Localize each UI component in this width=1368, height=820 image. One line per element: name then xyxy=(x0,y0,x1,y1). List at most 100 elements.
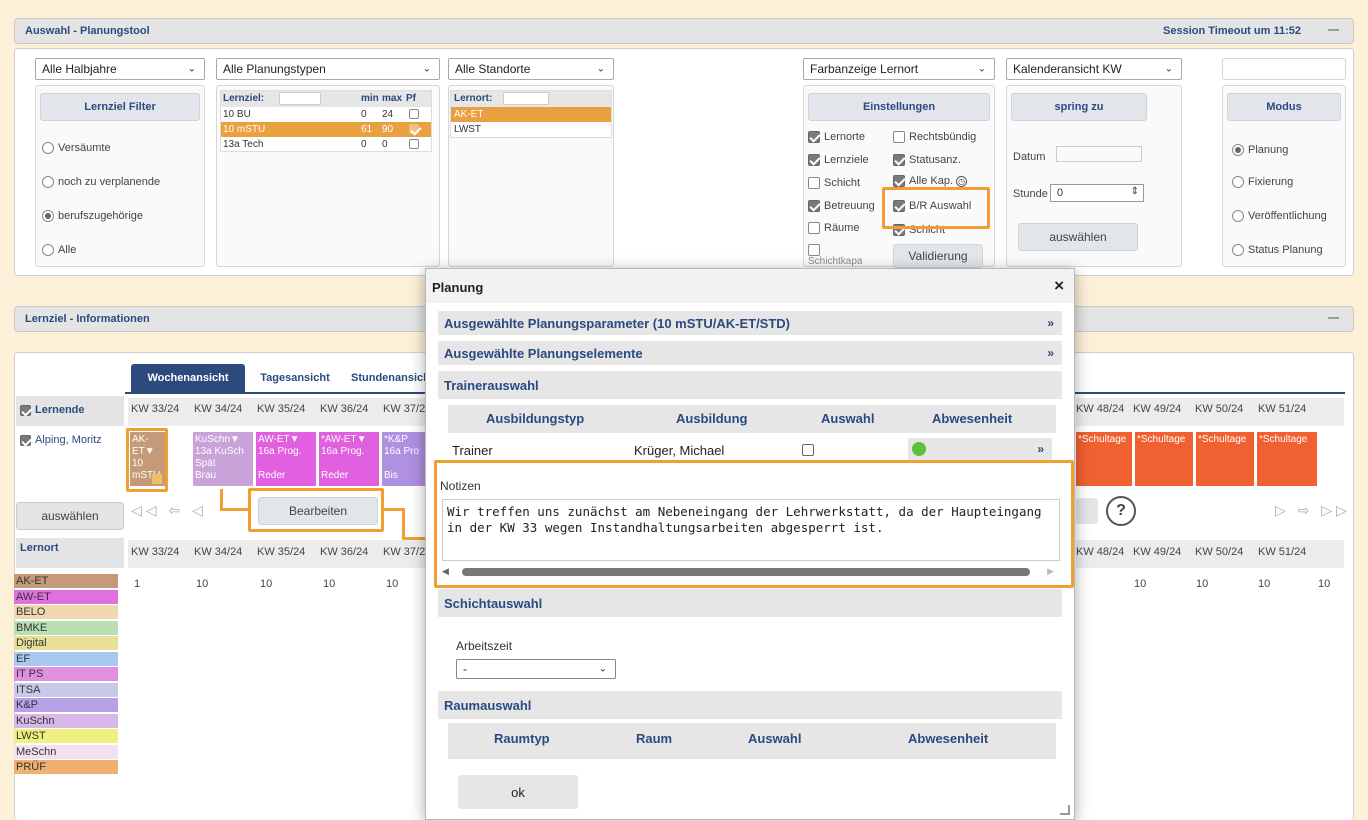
radio-alle[interactable]: Alle xyxy=(42,244,76,257)
week-label: KW 49/24 xyxy=(1133,546,1182,558)
section-parameter[interactable]: Ausgewählte Planungsparameter (10 mSTU/A… xyxy=(438,311,1062,335)
plan-cell-kw35[interactable]: AW-ET▼ 16a Prog. Reder xyxy=(256,432,316,486)
tab-wochenansicht[interactable]: Wochenansicht xyxy=(131,364,245,392)
planungstypen-select[interactable]: Alle Planungstypen ⌄ xyxy=(216,58,440,80)
nav-arrows-right[interactable]: ▷ ⇨ ▷▷ xyxy=(1275,502,1351,519)
plan-cell-kw36[interactable]: *AW-ET▼ 16a Prog. Reder xyxy=(319,432,379,486)
close-icon[interactable]: × xyxy=(1054,276,1064,296)
checkbox-icon[interactable] xyxy=(20,404,31,416)
lernort-search-input[interactable] xyxy=(503,92,549,105)
check-schicht[interactable]: Schicht xyxy=(808,177,860,190)
check-statusanz[interactable]: Statusanz. xyxy=(893,154,961,167)
info-title: Lernziel - Informationen xyxy=(25,313,150,325)
radio-icon xyxy=(1232,244,1244,257)
section-trainerauswahl: Trainerauswahl xyxy=(438,371,1062,399)
session-timeout: Session Timeout um 11:52 xyxy=(1163,25,1301,37)
week-label: KW 49/24 xyxy=(1133,403,1182,415)
datum-input[interactable] xyxy=(1056,146,1142,162)
validierung-button[interactable]: Validierung xyxy=(893,244,983,268)
trainer-table-header: Ausbildungstyp Ausbildung Auswahl Abwese… xyxy=(448,405,1056,433)
datum-label: Datum xyxy=(1013,151,1046,163)
expand-icon: » xyxy=(1047,346,1054,360)
lernziel-search-input[interactable] xyxy=(279,92,321,105)
week-label: KW 35/24 xyxy=(257,403,306,415)
radio-zu-verplanende[interactable]: noch zu verplanende xyxy=(42,176,160,189)
table-row-selected[interactable]: 10 mSTU 61 90 xyxy=(221,122,431,137)
check-alle-kap[interactable]: Alle Kap. ◷ xyxy=(893,175,968,188)
radio-veroeffentlichung[interactable]: Veröffentlichung xyxy=(1232,210,1327,223)
check-raeume[interactable]: Räume xyxy=(808,222,859,235)
minimize-button[interactable]: — xyxy=(1328,312,1339,324)
farbanzeige-select[interactable]: Farbanzeige Lernort ⌄ xyxy=(803,58,995,80)
value-cell: 10 xyxy=(260,578,273,590)
section-elemente[interactable]: Ausgewählte Planungselemente» xyxy=(438,341,1062,365)
plan-cell-kw51[interactable]: *Schultage xyxy=(1257,432,1317,486)
stunde-label: Stunde xyxy=(1013,188,1048,200)
auswaehlen-button[interactable]: auswählen xyxy=(1018,223,1138,251)
radio-versaeumte[interactable]: Versäumte xyxy=(42,142,111,155)
value-cell: 10 xyxy=(1318,578,1331,590)
checkbox-icon[interactable] xyxy=(20,434,31,446)
check-lernziele[interactable]: Lernziele xyxy=(808,154,869,167)
table-row[interactable]: 13a Tech 0 0 xyxy=(221,137,431,152)
einstellungen-button[interactable]: Einstellungen xyxy=(808,93,990,121)
stunde-input[interactable]: 0 ⇕ xyxy=(1050,184,1144,202)
radio-berufszugehoerige[interactable]: berufszugehörige xyxy=(42,210,143,223)
plan-cell-kw34[interactable]: KuSchn▼ 13a KuSch Spät Brau xyxy=(193,432,253,486)
table-row[interactable]: LWST xyxy=(451,122,611,137)
arbeitszeit-label: Arbeitszeit xyxy=(456,639,513,653)
springzu-button[interactable]: spring zu xyxy=(1011,93,1147,121)
trainer-row: Trainer Krüger, Michael » xyxy=(448,435,1056,463)
pf-checkbox[interactable] xyxy=(409,109,419,120)
abwesenheit-cell[interactable]: » xyxy=(908,438,1052,460)
stepper-icon[interactable]: ⇕ xyxy=(1131,186,1139,197)
radio-planung[interactable]: Planung xyxy=(1232,144,1288,157)
highlight-bearbeiten xyxy=(248,488,384,532)
dialog-title: Planung × xyxy=(426,269,1074,303)
plan-cell-kw37[interactable]: *K&P 16a Pro Bis xyxy=(382,432,428,486)
minimize-button[interactable]: — xyxy=(1328,24,1339,36)
nav-arrows-left[interactable]: ◁◁ ⇦ ◁ xyxy=(131,502,207,519)
plan-cell-kw49[interactable]: *Schultage xyxy=(1135,432,1193,486)
week-label: KW 51/24 xyxy=(1258,546,1307,558)
lernziel-filter-button[interactable]: Lernziel Filter xyxy=(40,93,200,121)
check-betreuung[interactable]: Betreuung xyxy=(808,200,875,213)
chevron-down-icon: ⌄ xyxy=(598,663,607,675)
trainer-checkbox[interactable] xyxy=(802,444,814,456)
halbjahre-select[interactable]: Alle Halbjahre ⌄ xyxy=(35,58,205,80)
chevron-down-icon: ⌄ xyxy=(422,63,431,75)
arbeitszeit-select[interactable]: - ⌄ xyxy=(456,659,616,679)
student-row[interactable]: Alping, Moritz xyxy=(16,430,124,460)
auswaehlen-left-button[interactable]: auswählen xyxy=(16,502,124,530)
radio-status-planung[interactable]: Status Planung xyxy=(1232,244,1323,257)
check-rechtsbuendig[interactable]: Rechtsbündig xyxy=(893,131,976,144)
week-label: KW 34/24 xyxy=(194,546,243,558)
week-label: KW 51/24 xyxy=(1258,403,1307,415)
resize-handle[interactable] xyxy=(1060,805,1070,815)
standorte-select[interactable]: Alle Standorte ⌄ xyxy=(448,58,614,80)
tab-tagesansicht[interactable]: Tagesansicht xyxy=(250,364,340,392)
pf-checkbox[interactable] xyxy=(409,139,419,150)
table-row[interactable]: 10 BU 0 24 xyxy=(221,107,431,122)
week-label: KW 37/24 xyxy=(383,403,425,415)
plan-cell-kw48[interactable]: *Schultage xyxy=(1076,432,1132,486)
week-label: KW 33/24 xyxy=(131,403,180,415)
help-icon[interactable]: ? xyxy=(1106,496,1136,526)
pf-checkbox[interactable] xyxy=(409,124,419,135)
ok-button[interactable]: ok xyxy=(458,775,578,809)
radio-fixierung[interactable]: Fixierung xyxy=(1232,176,1293,189)
check-lernorte[interactable]: Lernorte xyxy=(808,131,865,144)
checkbox-icon xyxy=(808,131,820,144)
tab-stundenansicht[interactable]: Stundenansicht xyxy=(345,364,425,392)
week-label: KW 35/24 xyxy=(257,546,306,558)
radio-icon xyxy=(42,176,54,189)
modus-button[interactable]: Modus xyxy=(1227,93,1341,121)
legend-item: AK-ET xyxy=(14,574,118,588)
check-schichtkapa[interactable]: Schichtkapa xyxy=(808,244,862,266)
kalender-select[interactable]: Kalenderansicht KW ⌄ xyxy=(1006,58,1182,80)
value-cell: 10 xyxy=(386,578,399,590)
plan-cell-kw50[interactable]: *Schultage xyxy=(1196,432,1254,486)
scroll-button[interactable] xyxy=(1076,498,1098,524)
chevron-down-icon: ⌄ xyxy=(596,63,605,75)
table-row-selected[interactable]: AK-ET xyxy=(451,107,611,122)
